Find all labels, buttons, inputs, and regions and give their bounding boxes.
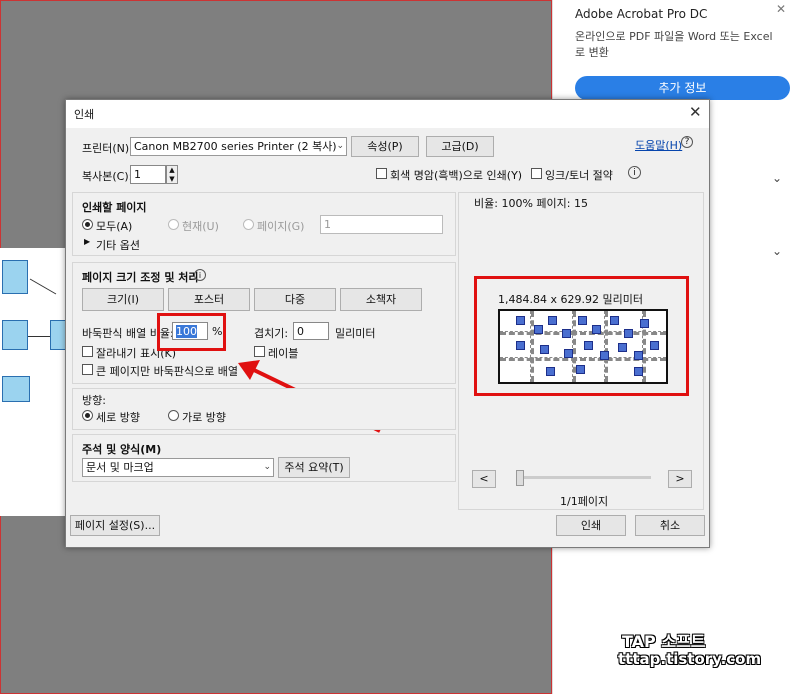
copies-stepper[interactable]: ▲ ▼: [166, 165, 178, 184]
orientation-title: 방향:: [82, 394, 106, 407]
advanced-button[interactable]: 고급(D): [426, 136, 494, 157]
page-setup-button[interactable]: 페이지 설정(S)...: [70, 515, 160, 536]
document-page-thumbnail: [0, 248, 68, 516]
promo-title: Adobe Acrobat Pro DC: [575, 7, 708, 21]
comments-value: 문서 및 마크업: [86, 461, 154, 474]
prev-page-button[interactable]: <: [472, 470, 496, 488]
current-page-label: 현재(U): [182, 220, 219, 233]
highlight-box: [474, 276, 689, 396]
overlap-label: 겹치기:: [254, 327, 289, 340]
cut-marks-checkbox[interactable]: [82, 346, 93, 357]
page-sizing-title: 페이지 크기 조정 및 처리: [82, 271, 199, 284]
copies-input[interactable]: 1: [130, 165, 166, 184]
grayscale-checkbox[interactable]: [376, 168, 387, 179]
landscape-radio[interactable]: [168, 410, 179, 421]
help-icon[interactable]: ?: [681, 136, 693, 148]
more-info-button[interactable]: 추가 정보: [575, 76, 790, 100]
chevron-down-icon: ⌄: [263, 462, 271, 472]
pages-range-radio[interactable]: [243, 219, 254, 230]
tile-large-only-label: 큰 페이지만 바둑판식으로 배열: [96, 365, 239, 378]
properties-button[interactable]: 속성(P): [351, 136, 419, 157]
page-slider-thumb[interactable]: [516, 470, 524, 486]
help-link[interactable]: 도움말(H): [635, 137, 682, 153]
printer-label: 프린터(N):: [82, 142, 133, 155]
overlap-input[interactable]: 0: [293, 322, 329, 340]
watermark-url: tttap.tistory.com: [618, 650, 762, 668]
print-dialog: 인쇄 ✕ 프린터(N): Canon MB2700 series Printer…: [65, 99, 710, 548]
all-pages-label: 모두(A): [96, 220, 133, 233]
chevron-down-icon[interactable]: ⌄: [772, 244, 782, 258]
save-ink-label: 잉크/토너 절약: [545, 169, 613, 182]
dialog-title: 인쇄: [74, 108, 95, 121]
booklet-button[interactable]: 소책자: [340, 288, 422, 311]
size-button[interactable]: 크기(I): [82, 288, 164, 311]
current-page-radio[interactable]: [168, 219, 179, 230]
all-pages-radio[interactable]: [82, 219, 93, 230]
page-slider-track[interactable]: [516, 476, 651, 479]
portrait-radio[interactable]: [82, 410, 93, 421]
chevron-down-icon[interactable]: ⌄: [772, 171, 782, 185]
tile-large-only-checkbox[interactable]: [82, 364, 93, 375]
promo-description: 온라인으로 PDF 파일을 Word 또는 Excel 로 변환: [575, 30, 773, 59]
comments-select[interactable]: 문서 및 마크업 ⌄: [82, 458, 274, 477]
pages-section-title: 인쇄할 페이지: [82, 201, 147, 214]
portrait-label: 세로 방향: [96, 411, 140, 424]
summarize-comments-button[interactable]: 주석 요약(T): [278, 457, 350, 478]
print-button[interactable]: 인쇄: [556, 515, 626, 536]
expand-triangle-icon[interactable]: ▶: [84, 237, 90, 246]
info-icon[interactable]: i: [628, 166, 641, 179]
info-icon[interactable]: i: [194, 269, 206, 281]
grayscale-label: 회색 명암(흑백)으로 인쇄(Y): [390, 169, 523, 182]
chevron-down-icon: ⌄: [336, 141, 344, 151]
close-icon[interactable]: ✕: [689, 103, 702, 121]
cancel-button[interactable]: 취소: [635, 515, 705, 536]
highlight-box: [157, 313, 226, 351]
next-page-button[interactable]: >: [668, 470, 692, 488]
save-ink-checkbox[interactable]: [531, 168, 542, 179]
labels-checkbox[interactable]: [254, 346, 265, 357]
copies-label: 복사본(C):: [82, 170, 133, 183]
multiple-button[interactable]: 다중: [254, 288, 336, 311]
pages-range-input[interactable]: 1: [320, 215, 443, 234]
poster-button[interactable]: 포스터: [168, 288, 250, 311]
close-icon[interactable]: ✕: [776, 2, 786, 16]
comments-title: 주석 및 양식(M): [82, 443, 162, 456]
printer-value: Canon MB2700 series Printer (2 복사): [134, 140, 337, 153]
watermark-title: TAP 소프트: [622, 632, 706, 651]
landscape-label: 가로 방향: [182, 411, 226, 424]
preview-scale-text: 비율: 100% 페이지: 15: [474, 197, 588, 210]
page-count: 1/1페이지: [560, 495, 609, 508]
pages-range-label: 페이지(G): [257, 220, 305, 233]
printer-select[interactable]: Canon MB2700 series Printer (2 복사) ⌄: [130, 137, 347, 156]
dialog-titlebar: 인쇄 ✕: [66, 100, 709, 128]
overlap-unit-label: 밀리미터: [335, 327, 376, 340]
more-options-label[interactable]: 기타 옵션: [96, 237, 140, 253]
